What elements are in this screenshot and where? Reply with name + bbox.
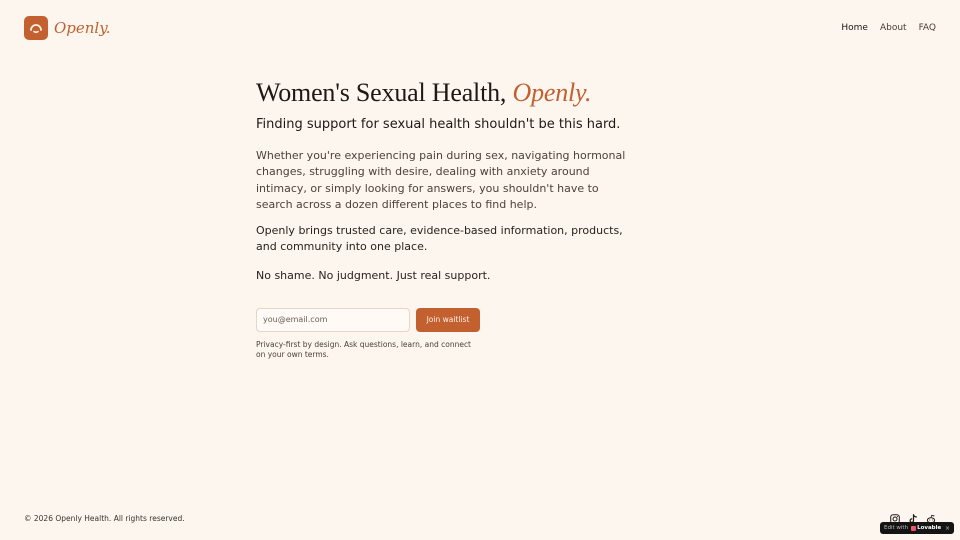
page-title: Women's Sexual Health, Openly.: [256, 78, 636, 108]
lovable-brand: Lovable: [911, 525, 941, 531]
headline-accent: Openly.: [512, 78, 592, 107]
close-icon[interactable]: ×: [945, 525, 950, 532]
copyright-text: © 2026 Openly Health. All rights reserve…: [24, 514, 185, 523]
lovable-heart-icon: [911, 525, 917, 531]
hero-section: Women's Sexual Health, Openly. Finding s…: [256, 78, 636, 360]
join-waitlist-button[interactable]: Join waitlist: [416, 307, 480, 332]
headline-main: Women's Sexual Health,: [256, 78, 513, 107]
hero-paragraph-1: Whether you're experiencing pain during …: [256, 149, 626, 211]
privacy-note: Privacy-first by design. Ask questions, …: [256, 339, 472, 359]
hero-subhead: Finding support for sexual health should…: [256, 117, 621, 132]
nav-about-link[interactable]: About: [880, 23, 907, 33]
page: Openly. Home About FAQ Women's Sexual He…: [0, 0, 960, 540]
top-nav: Home About FAQ: [841, 23, 936, 33]
brand-logo-link[interactable]: Openly.: [24, 16, 110, 40]
email-input[interactable]: [256, 307, 410, 332]
lovable-brand-text: Lovable: [917, 525, 942, 531]
hero-paragraph-3: No shame. No judgment. Just real support…: [256, 268, 491, 282]
waitlist-form: Join waitlist: [256, 307, 636, 332]
lovable-prefix: Edit with: [884, 525, 909, 531]
brand-name: Openly.: [54, 19, 111, 37]
site-header: Openly. Home About FAQ: [24, 16, 936, 40]
arch-smile-icon: [24, 16, 48, 40]
lovable-badge[interactable]: Edit with Lovable ×: [880, 522, 954, 534]
nav-faq-link[interactable]: FAQ: [919, 23, 936, 33]
nav-home-link[interactable]: Home: [841, 23, 868, 33]
hero-paragraph-2: Openly brings trusted care, evidence-bas…: [256, 224, 623, 254]
